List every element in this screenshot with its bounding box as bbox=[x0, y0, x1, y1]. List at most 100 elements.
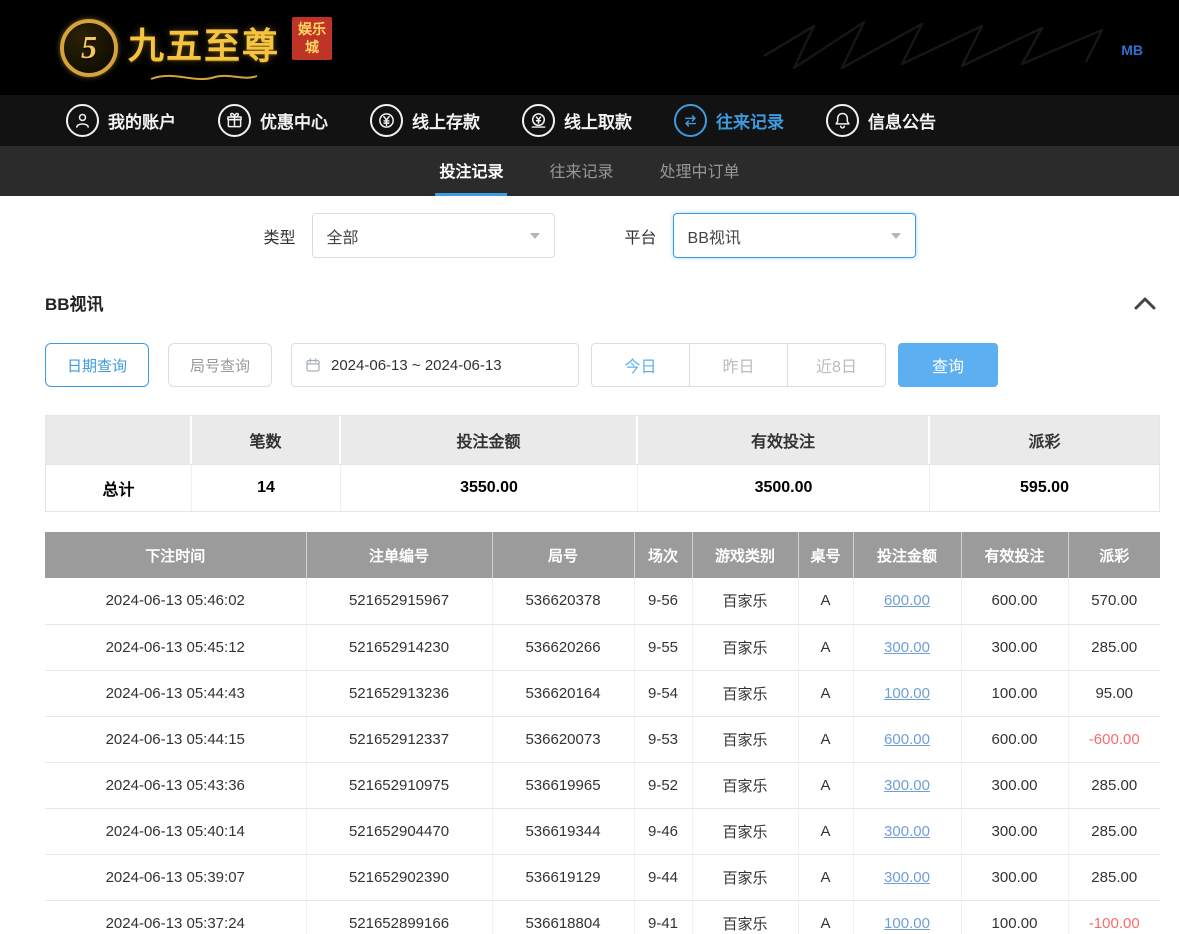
today-button[interactable]: 今日 bbox=[591, 343, 690, 387]
col-bet-time: 下注时间 bbox=[45, 532, 306, 578]
cell-time: 2024-06-13 05:45:12 bbox=[45, 624, 306, 670]
cell-game: 百家乐 bbox=[692, 808, 798, 854]
nav-item-promotions[interactable]: 优惠中心 bbox=[218, 104, 328, 137]
calendar-icon bbox=[304, 356, 322, 374]
collapse-section-button[interactable] bbox=[1130, 292, 1160, 314]
nav-item-deposit[interactable]: 线上存款 bbox=[370, 104, 480, 137]
nav-item-label: 信息公告 bbox=[868, 108, 936, 133]
date-query-button[interactable]: 日期查询 bbox=[45, 343, 149, 387]
col-bet-amount: 投注金额 bbox=[853, 532, 961, 578]
cell-bet[interactable]: 600.00 bbox=[853, 578, 961, 624]
cell-bet[interactable]: 300.00 bbox=[853, 762, 961, 808]
cell-valid: 100.00 bbox=[961, 670, 1068, 716]
cell-table: A bbox=[798, 900, 853, 934]
cell-bet[interactable]: 300.00 bbox=[853, 854, 961, 900]
cell-valid: 300.00 bbox=[961, 762, 1068, 808]
cell-bet[interactable]: 300.00 bbox=[853, 624, 961, 670]
summary-header-cell bbox=[46, 416, 192, 464]
type-select-value: 全部 bbox=[327, 224, 359, 248]
cell-time: 2024-06-13 05:40:14 bbox=[45, 808, 306, 854]
cell-round: 536619965 bbox=[492, 762, 634, 808]
table-row: 2024-06-13 05:46:02521652915967536620378… bbox=[45, 578, 1160, 624]
cell-payout: 570.00 bbox=[1068, 578, 1160, 624]
site-logo[interactable]: 5 九五至尊 娱乐城 bbox=[60, 17, 332, 79]
summary-total-count: 14 bbox=[192, 464, 341, 511]
round-query-button[interactable]: 局号查询 bbox=[168, 343, 272, 387]
table-header-row: 下注时间 注单编号 局号 场次 游戏类别 桌号 投注金额 有效投注 派彩 bbox=[45, 532, 1160, 578]
cell-payout: -600.00 bbox=[1068, 716, 1160, 762]
cell-order: 521652914230 bbox=[306, 624, 492, 670]
cell-bet[interactable]: 100.00 bbox=[853, 900, 961, 934]
cell-payout: 285.00 bbox=[1068, 762, 1160, 808]
cell-bet[interactable]: 100.00 bbox=[853, 670, 961, 716]
currency-label: MB bbox=[1121, 42, 1143, 58]
summary-total-label: 总计 bbox=[46, 464, 192, 511]
cell-time: 2024-06-13 05:44:43 bbox=[45, 670, 306, 716]
filter-row: 类型 全部 平台 BB视讯 bbox=[0, 213, 1179, 258]
nav-item-withdrawal[interactable]: 线上取款 bbox=[522, 104, 632, 137]
cell-round: 536619344 bbox=[492, 808, 634, 854]
nav-item-label: 往来记录 bbox=[716, 108, 784, 133]
cell-round: 536619129 bbox=[492, 854, 634, 900]
user-icon bbox=[66, 104, 99, 137]
cell-table: A bbox=[798, 578, 853, 624]
logo-coin-icon: 5 bbox=[60, 19, 118, 77]
cell-order: 521652913236 bbox=[306, 670, 492, 716]
nav-item-announcements[interactable]: 信息公告 bbox=[826, 104, 936, 137]
cell-order: 521652912337 bbox=[306, 716, 492, 762]
cell-game: 百家乐 bbox=[692, 578, 798, 624]
cell-payout: 285.00 bbox=[1068, 624, 1160, 670]
transfer-arrows-icon bbox=[674, 104, 707, 137]
cell-payout: 285.00 bbox=[1068, 808, 1160, 854]
table-row: 2024-06-13 05:45:12521652914230536620266… bbox=[45, 624, 1160, 670]
cell-session: 9-53 bbox=[634, 716, 692, 762]
cell-table: A bbox=[798, 808, 853, 854]
cell-bet[interactable]: 600.00 bbox=[853, 716, 961, 762]
tab-transaction-records[interactable]: 往来记录 bbox=[545, 146, 617, 196]
search-button[interactable]: 查询 bbox=[898, 343, 998, 387]
cell-game: 百家乐 bbox=[692, 624, 798, 670]
date-range-input[interactable]: 2024-06-13 ~ 2024-06-13 bbox=[291, 343, 579, 387]
cell-valid: 300.00 bbox=[961, 854, 1068, 900]
cell-game: 百家乐 bbox=[692, 716, 798, 762]
table-row: 2024-06-13 05:39:07521652902390536619129… bbox=[45, 854, 1160, 900]
yesterday-button[interactable]: 昨日 bbox=[689, 343, 788, 387]
nav-item-label: 线上取款 bbox=[564, 108, 632, 133]
logo-brand: 九五至尊 bbox=[128, 17, 280, 79]
chevron-up-icon bbox=[1134, 296, 1156, 310]
cell-time: 2024-06-13 05:43:36 bbox=[45, 762, 306, 808]
cell-valid: 600.00 bbox=[961, 578, 1068, 624]
cell-table: A bbox=[798, 716, 853, 762]
type-filter-label: 类型 bbox=[263, 224, 295, 248]
summary-header-row: 笔数 投注金额 有效投注 派彩 bbox=[46, 416, 1159, 464]
col-order-number: 注单编号 bbox=[306, 532, 492, 578]
last-8-days-button[interactable]: 近8日 bbox=[787, 343, 886, 387]
summary-header-valid-bet: 有效投注 bbox=[638, 416, 930, 464]
tab-bet-records[interactable]: 投注记录 bbox=[435, 146, 507, 196]
nav-item-my-account[interactable]: 我的账户 bbox=[66, 104, 176, 137]
nav-item-records[interactable]: 往来记录 bbox=[674, 104, 784, 137]
platform-select[interactable]: BB视讯 bbox=[673, 213, 916, 258]
logo-brand-text: 九五至尊 bbox=[128, 17, 280, 69]
summary-header-count: 笔数 bbox=[192, 416, 341, 464]
gift-icon bbox=[218, 104, 251, 137]
cell-time: 2024-06-13 05:46:02 bbox=[45, 578, 306, 624]
type-select[interactable]: 全部 bbox=[312, 213, 555, 258]
cell-game: 百家乐 bbox=[692, 670, 798, 716]
cell-valid: 300.00 bbox=[961, 624, 1068, 670]
cell-order: 521652904470 bbox=[306, 808, 492, 854]
cell-game: 百家乐 bbox=[692, 900, 798, 934]
cell-bet[interactable]: 300.00 bbox=[853, 808, 961, 854]
tab-pending-orders[interactable]: 处理中订单 bbox=[656, 146, 744, 196]
top-header: 5 九五至尊 娱乐城 MB bbox=[0, 0, 1179, 95]
summary-table: 笔数 投注金额 有效投注 派彩 总计 14 3550.00 3500.00 59… bbox=[45, 415, 1160, 512]
platform-filter-label: 平台 bbox=[625, 224, 657, 248]
bet-records-table: 下注时间 注单编号 局号 场次 游戏类别 桌号 投注金额 有效投注 派彩 202… bbox=[45, 532, 1160, 934]
quick-date-group: 今日 昨日 近8日 bbox=[591, 343, 886, 387]
nav-item-label: 我的账户 bbox=[108, 108, 176, 133]
cell-round: 536618804 bbox=[492, 900, 634, 934]
cell-table: A bbox=[798, 762, 853, 808]
cell-round: 536620378 bbox=[492, 578, 634, 624]
table-row: 2024-06-13 05:40:14521652904470536619344… bbox=[45, 808, 1160, 854]
cell-session: 9-55 bbox=[634, 624, 692, 670]
